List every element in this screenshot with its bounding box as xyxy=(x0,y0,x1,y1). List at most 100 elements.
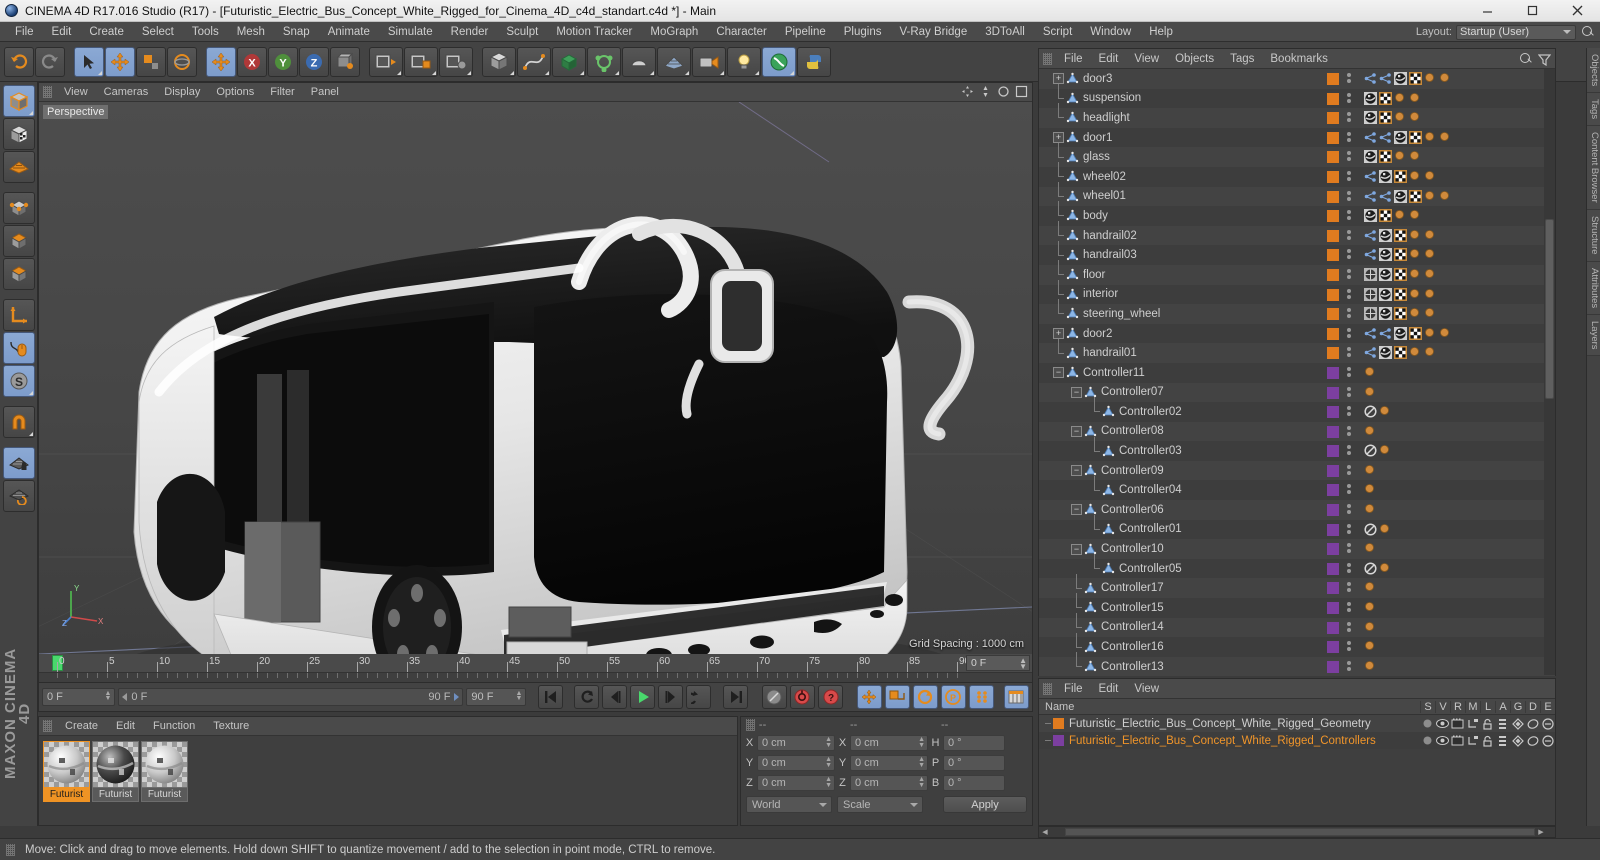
dot-tag-icon[interactable] xyxy=(1409,92,1422,105)
protect-tag-icon[interactable] xyxy=(1364,444,1377,457)
uv-tag-icon[interactable] xyxy=(1394,248,1407,262)
edge-mode-button[interactable] xyxy=(2,225,35,257)
visibility-dots[interactable] xyxy=(1347,170,1351,181)
visibility-dots[interactable] xyxy=(1347,347,1351,358)
layer-color-swatch[interactable] xyxy=(1327,562,1339,575)
joint-tag-icon[interactable] xyxy=(1364,131,1377,144)
object-menu-view[interactable]: View xyxy=(1126,49,1167,69)
viewport-menu-view[interactable]: View xyxy=(56,83,96,102)
dot-tag-icon[interactable] xyxy=(1409,346,1422,359)
layer-color-swatch[interactable] xyxy=(1327,308,1339,321)
viewport-menu-cameras[interactable]: Cameras xyxy=(96,83,157,102)
visibility-dots[interactable] xyxy=(1347,641,1351,652)
expand-icon[interactable]: + xyxy=(1053,73,1064,85)
render-region-button[interactable] xyxy=(404,46,438,77)
world-object-coordinate-button[interactable] xyxy=(330,46,360,77)
menu-mograph[interactable]: MoGraph xyxy=(641,22,707,42)
visibility-dots[interactable] xyxy=(1347,602,1351,613)
animation-toggle[interactable] xyxy=(1495,732,1510,749)
object-row[interactable]: Controller14 xyxy=(1039,612,1555,638)
menu-select[interactable]: Select xyxy=(133,22,183,42)
object-row[interactable]: + door3 xyxy=(1039,69,1555,89)
dot-tag-icon[interactable] xyxy=(1364,640,1377,653)
undo-button[interactable] xyxy=(4,46,34,77)
object-row[interactable]: + door2 xyxy=(1039,323,1555,344)
uv-tag-icon[interactable] xyxy=(1409,72,1422,85)
render-settings-button[interactable] xyxy=(439,46,473,77)
uv-tag-icon[interactable] xyxy=(1379,111,1392,125)
material-menu-texture[interactable]: Texture xyxy=(204,717,258,736)
layout-dropdown[interactable]: Startup (User) xyxy=(1456,24,1576,40)
dot-tag-icon[interactable] xyxy=(1394,92,1407,105)
coord-rotation-input[interactable]: 0 ° xyxy=(943,755,1005,771)
layer-color-swatch[interactable] xyxy=(1327,425,1339,438)
dot-tag-icon[interactable] xyxy=(1439,327,1452,340)
lock-z-axis-button[interactable]: Z xyxy=(299,46,329,77)
object-row[interactable]: + door1 xyxy=(1039,127,1555,148)
viewport-menu-panel[interactable]: Panel xyxy=(303,83,347,102)
visibility-dots[interactable] xyxy=(1347,229,1351,240)
dot-tag-icon[interactable] xyxy=(1424,288,1437,301)
object-row[interactable]: wheel01 xyxy=(1039,181,1555,207)
material-item[interactable]: Futurist xyxy=(141,741,188,802)
panel-grip-icon[interactable] xyxy=(6,843,15,856)
layer-row[interactable]: Futuristic_Electric_Bus_Concept_White_Ri… xyxy=(1039,715,1555,732)
dot-tag-icon[interactable] xyxy=(1409,248,1422,261)
layer-color-swatch[interactable] xyxy=(1327,543,1339,556)
lock-workplane-button[interactable] xyxy=(2,447,35,479)
dot-tag-icon[interactable] xyxy=(1409,150,1422,163)
layer-color-swatch[interactable] xyxy=(1327,406,1339,419)
visibility-dots[interactable] xyxy=(1347,151,1351,162)
material-tag-icon[interactable] xyxy=(1379,307,1392,321)
render-toggle[interactable] xyxy=(1450,732,1465,749)
object-search-icon[interactable] xyxy=(1518,51,1534,67)
layer-color-swatch[interactable] xyxy=(1053,735,1064,746)
add-cube-object-button[interactable] xyxy=(482,46,516,77)
record-parameter-button[interactable]: P xyxy=(940,685,966,709)
uv-tag-icon[interactable] xyxy=(1394,346,1407,360)
spinner-icon[interactable]: ▲ ▼ xyxy=(918,776,925,789)
layer-color-swatch[interactable] xyxy=(1327,229,1339,242)
visibility-dots[interactable] xyxy=(1347,582,1351,593)
object-row[interactable]: handrail01 xyxy=(1039,338,1555,363)
coord-position-input[interactable]: 0 cm ▲ ▼ xyxy=(757,755,835,771)
layer-color-swatch[interactable] xyxy=(1327,602,1339,615)
dot-tag-icon[interactable] xyxy=(1439,131,1452,144)
dot-tag-icon[interactable] xyxy=(1364,601,1377,614)
dot-tag-icon[interactable] xyxy=(1394,150,1407,163)
material-tag-icon[interactable] xyxy=(1364,150,1377,164)
visibility-dots[interactable] xyxy=(1347,464,1351,475)
material-tag-icon[interactable] xyxy=(1379,169,1392,183)
visibility-dots[interactable] xyxy=(1347,406,1351,417)
joint-tag-icon[interactable] xyxy=(1364,248,1377,261)
dot-tag-icon[interactable] xyxy=(1409,209,1422,222)
object-menu-tags[interactable]: Tags xyxy=(1222,49,1262,69)
joint-tag-icon[interactable] xyxy=(1364,190,1377,203)
viewport-menu-filter[interactable]: Filter xyxy=(262,83,302,102)
layer-color-swatch[interactable] xyxy=(1327,92,1339,105)
menu-snap[interactable]: Snap xyxy=(274,22,319,42)
maximize-view-icon[interactable] xyxy=(1015,85,1028,98)
material-tag-icon[interactable] xyxy=(1394,326,1407,340)
visibility-dots[interactable] xyxy=(1347,92,1351,103)
dot-tag-icon[interactable] xyxy=(1409,111,1422,124)
material-item[interactable]: Futurist xyxy=(92,741,139,802)
material-tag-icon[interactable] xyxy=(1394,130,1407,144)
dot-tag-icon[interactable] xyxy=(1409,307,1422,320)
layer-color-swatch[interactable] xyxy=(1327,190,1339,203)
redo-button[interactable] xyxy=(35,46,65,77)
layer-color-swatch[interactable] xyxy=(1327,484,1339,497)
object-row[interactable]: Controller03 xyxy=(1039,436,1555,461)
spinner-icon[interactable]: ▲ ▼ xyxy=(918,756,925,769)
joint-tag-icon[interactable] xyxy=(1379,72,1392,85)
dot-tag-icon[interactable] xyxy=(1424,268,1437,281)
expand-icon[interactable]: + xyxy=(1053,132,1064,144)
dot-tag-icon[interactable] xyxy=(1424,307,1437,320)
select-tool-button[interactable] xyxy=(74,46,104,77)
visibility-dots[interactable] xyxy=(1347,543,1351,554)
lock-toggle[interactable] xyxy=(1480,732,1495,749)
layer-color-swatch[interactable] xyxy=(1327,445,1339,458)
object-row[interactable]: − Controller08 xyxy=(1039,421,1555,442)
object-menu-bookmarks[interactable]: Bookmarks xyxy=(1262,49,1336,69)
object-row[interactable]: handrail03 xyxy=(1039,240,1555,265)
